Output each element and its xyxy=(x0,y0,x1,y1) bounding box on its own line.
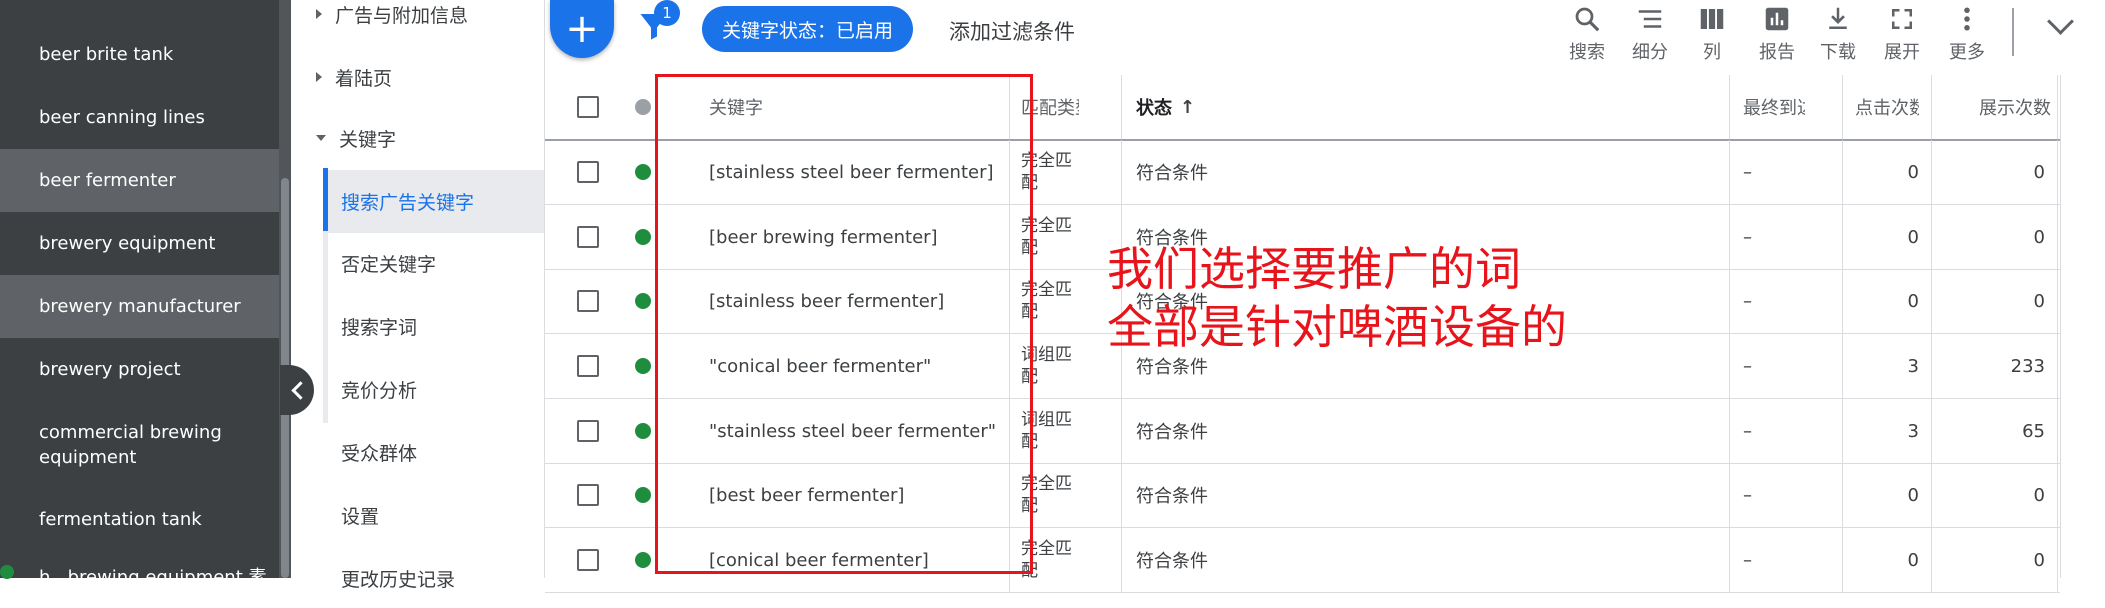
chevron-left-icon xyxy=(290,380,310,400)
search-icon xyxy=(1575,7,1600,32)
table-right-edge xyxy=(2060,75,2105,578)
nav-item-search-terms[interactable]: 搜索字词 xyxy=(291,296,544,356)
status-cell: 符合条件 xyxy=(1136,163,1208,184)
sidebar-item[interactable]: fermentation tank xyxy=(0,488,279,551)
toolbar-download-button[interactable]: 下载 xyxy=(1808,0,1868,68)
toolbar-expand-button[interactable]: 展开 xyxy=(1872,0,1932,68)
final-url-cell: – xyxy=(1743,355,1752,377)
row-checkbox[interactable] xyxy=(577,290,599,312)
status-cell: 符合条件 xyxy=(1136,422,1208,443)
sidebar-item[interactable]: h...brewing equipment 素 xyxy=(0,555,279,595)
select-all-checkbox[interactable] xyxy=(577,96,599,118)
toolbar-segment-button[interactable]: 细分 xyxy=(1620,0,1680,68)
caret-right-icon xyxy=(316,9,322,19)
sidebar-item[interactable]: commercial brewing equipment xyxy=(0,410,279,480)
clicks-cell: 0 xyxy=(1907,549,1919,571)
clicks-cell: 0 xyxy=(1907,226,1919,248)
clicks-cell: 0 xyxy=(1907,484,1919,506)
nav-item-landing-pages[interactable]: 着陆页 xyxy=(291,47,544,107)
row-checkbox[interactable] xyxy=(577,484,599,506)
status-enabled-icon xyxy=(635,487,651,503)
impressions-cell: 0 xyxy=(2033,484,2045,506)
status-enabled-icon xyxy=(635,423,651,439)
impressions-cell: 0 xyxy=(2033,226,2045,248)
final-url-cell: – xyxy=(1743,420,1752,442)
sidebar-item[interactable]: beer canning lines xyxy=(0,86,279,149)
column-header-final-url[interactable]: 最终到达网址 xyxy=(1743,75,1805,139)
expand-icon xyxy=(1892,9,1912,29)
row-checkbox[interactable] xyxy=(577,549,599,571)
impressions-cell: 0 xyxy=(2033,290,2045,312)
sidebar-item[interactable]: brewery manufacturer xyxy=(0,275,279,338)
status-column-icon xyxy=(635,99,651,115)
final-url-cell: – xyxy=(1743,484,1752,506)
sidebar-item[interactable]: beer fermenter xyxy=(0,149,279,212)
sort-ascending-icon: ↑ xyxy=(1180,96,1196,118)
column-header-status[interactable]: 状态 ↑ xyxy=(1136,75,1195,139)
nav-item-ads-extensions[interactable]: 广告与附加信息 xyxy=(291,0,544,44)
impressions-cell: 65 xyxy=(2022,420,2045,442)
toolbar-more-button[interactable]: 更多 xyxy=(1937,0,1997,68)
row-checkbox[interactable] xyxy=(577,355,599,377)
row-checkbox[interactable] xyxy=(577,420,599,442)
nav-item-search-keywords[interactable]: 搜索广告关键字 xyxy=(328,170,544,233)
annotation-text-line1: 我们选择要推广的词 xyxy=(1107,242,1521,296)
filter-count-badge: 1 xyxy=(654,0,680,26)
sidebar-item[interactable]: beer brite tank xyxy=(0,23,279,86)
final-url-cell: – xyxy=(1743,290,1752,312)
annotation-text-line2: 全部是针对啤酒设备的 xyxy=(1107,300,1567,354)
clicks-cell: 3 xyxy=(1907,355,1919,377)
status-dot xyxy=(0,565,14,579)
sidebar-item[interactable]: brewery equipment xyxy=(0,212,279,275)
segment-icon xyxy=(1638,10,1662,28)
keyword-status-filter-chip[interactable]: 关键字状态：已启用 xyxy=(702,6,914,52)
columns-icon xyxy=(1700,9,1724,29)
row-checkbox[interactable] xyxy=(577,226,599,248)
nav-item-audiences[interactable]: 受众群体 xyxy=(291,422,544,482)
nav-item-negative-keywords[interactable]: 否定关键字 xyxy=(291,233,544,293)
nav-item-auction-insights[interactable]: 竞价分析 xyxy=(291,359,544,419)
column-header-clicks[interactable]: 点击次数 xyxy=(1855,75,1919,139)
page-navigation: 广告与附加信息 着陆页 关键字 搜索广告关键字 否定关键字 搜索字词 竞价分析 … xyxy=(291,0,545,591)
status-enabled-icon xyxy=(635,164,651,180)
impressions-cell: 0 xyxy=(2033,161,2045,183)
more-icon xyxy=(1964,7,1970,31)
download-icon xyxy=(1829,7,1847,29)
nav-item-settings[interactable]: 设置 xyxy=(291,485,544,545)
status-cell: 符合条件 xyxy=(1136,551,1208,572)
column-header-impressions[interactable]: 展示次数 xyxy=(1945,75,2055,139)
status-enabled-icon xyxy=(635,358,651,374)
report-icon xyxy=(1765,7,1789,31)
highlight-box xyxy=(655,74,1033,574)
nav-item-change-history[interactable]: 更改历史记录 xyxy=(291,548,544,608)
sidebar-item[interactable]: brewery project xyxy=(0,338,279,401)
clicks-cell: 0 xyxy=(1907,161,1919,183)
caret-down-icon xyxy=(316,135,326,141)
status-enabled-icon xyxy=(635,293,651,309)
sidebar-scrollbar[interactable] xyxy=(279,0,291,578)
toolbar-search-button[interactable]: 搜索 xyxy=(1557,0,1617,68)
final-url-cell: – xyxy=(1743,226,1752,248)
status-enabled-icon xyxy=(635,229,651,245)
toolbar-columns-button[interactable]: 列 xyxy=(1682,0,1742,68)
final-url-cell: – xyxy=(1743,549,1752,571)
toolbar-report-button[interactable]: 报告 xyxy=(1747,0,1807,68)
status-enabled-icon xyxy=(635,552,651,568)
clicks-cell: 3 xyxy=(1907,420,1919,442)
final-url-cell: – xyxy=(1743,161,1752,183)
nav-item-keywords[interactable]: 关键字 xyxy=(291,108,544,168)
plus-icon: + xyxy=(565,6,599,52)
status-cell: 符合条件 xyxy=(1136,486,1208,507)
add-filter-link[interactable]: 添加过滤条件 xyxy=(949,16,1075,46)
toolbar-divider xyxy=(2012,8,2014,56)
impressions-cell: 233 xyxy=(2010,355,2045,377)
impressions-cell: 0 xyxy=(2033,549,2045,571)
caret-right-icon xyxy=(316,72,322,82)
campaign-sidebar: beer brite tank beer canning lines beer … xyxy=(0,0,279,588)
row-checkbox[interactable] xyxy=(577,161,599,183)
clicks-cell: 0 xyxy=(1907,290,1919,312)
